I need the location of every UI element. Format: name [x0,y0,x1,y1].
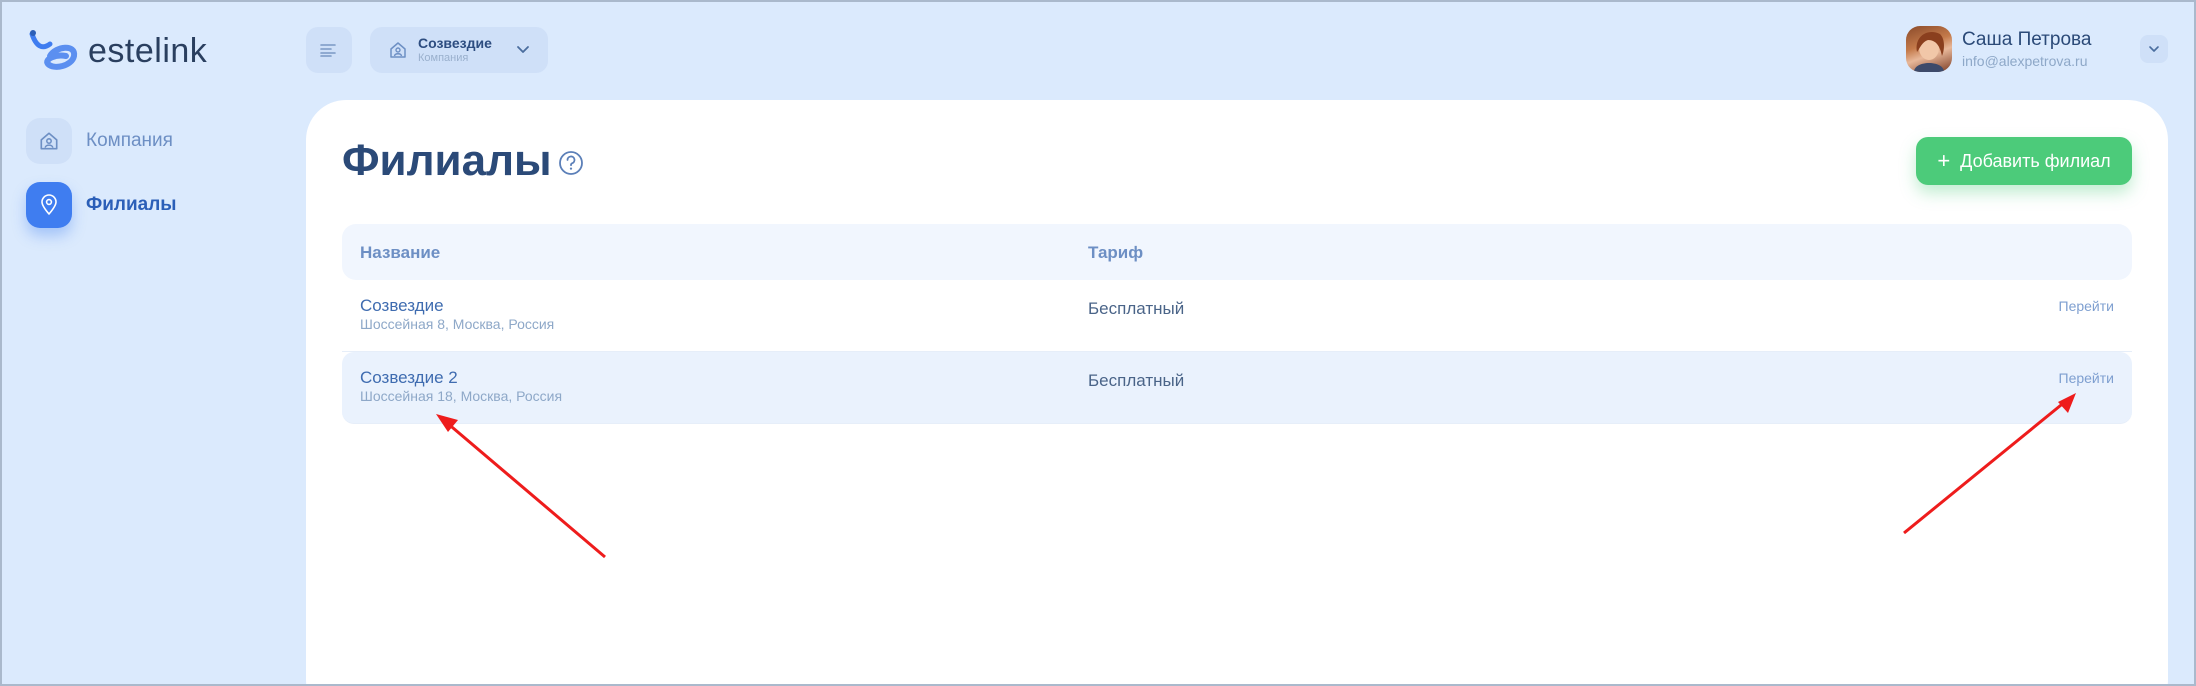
avatar-photo-icon [1914,32,1944,72]
user-menu-button[interactable] [2140,35,2168,63]
user-profile[interactable]: Саша Петрова info@alexpetrova.ru [1906,26,2091,72]
company-icon [390,42,406,58]
user-name: Саша Петрова [1962,29,2092,50]
chevron-down-icon [517,46,529,53]
table-row[interactable]: Созвездие Шоссейная 8, Москва, Россия Бе… [342,280,2132,352]
column-header-tariff: Тариф [1088,243,1144,262]
chevron-down-icon [2149,46,2159,52]
table-header: Название Тариф [342,224,2132,280]
branch-name[interactable]: Созвездие [360,296,554,316]
company-name: Созвездие [418,35,492,51]
sidebar-item-label: Компания [86,130,173,151]
main-content-card: Филиалы + Добавить филиал Название Тариф… [306,100,2168,686]
sidebar-item-label: Филиалы [86,194,177,215]
company-selector[interactable]: Созвездие Компания [370,27,548,73]
location-pin-icon [41,194,57,215]
company-icon [40,132,58,150]
menu-lines-icon [320,44,336,57]
brand-logo[interactable]: estelink [26,26,207,76]
help-icon[interactable] [558,150,584,176]
avatar [1906,26,1952,72]
go-to-branch-link[interactable]: Перейти [2059,298,2114,314]
add-branch-label: Добавить филиал [1960,150,2111,171]
column-header-name: Название [360,243,441,262]
brand-name: estelink [88,31,208,70]
company-subtitle: Компания [418,52,469,64]
go-to-branch-link[interactable]: Перейти [2059,370,2114,386]
branch-address: Шоссейная 18, Москва, Россия [360,388,563,404]
sidebar-item-company[interactable]: Компания [26,118,173,164]
user-email: info@alexpetrova.ru [1962,53,2088,69]
branches-table: Название Тариф Созвездие Шоссейная 8, Мо… [342,224,2132,424]
branch-tariff: Бесплатный [1088,371,1185,390]
menu-toggle-button[interactable] [306,27,352,73]
plus-icon: + [1937,148,1951,173]
add-branch-button[interactable]: + Добавить филиал [1916,137,2132,185]
page-title: Филиалы [342,136,552,185]
branch-address: Шоссейная 8, Москва, Россия [360,316,555,332]
branch-name[interactable]: Созвездие 2 [360,368,562,388]
branch-tariff: Бесплатный [1088,299,1185,318]
estelink-logo-icon [29,30,78,70]
location-pin-icon-wrap [26,182,72,228]
table-row[interactable]: Созвездие 2 Шоссейная 18, Москва, Россия… [342,352,2132,424]
company-icon-wrap [26,118,72,164]
sidebar-item-branches[interactable]: Филиалы [26,182,177,228]
